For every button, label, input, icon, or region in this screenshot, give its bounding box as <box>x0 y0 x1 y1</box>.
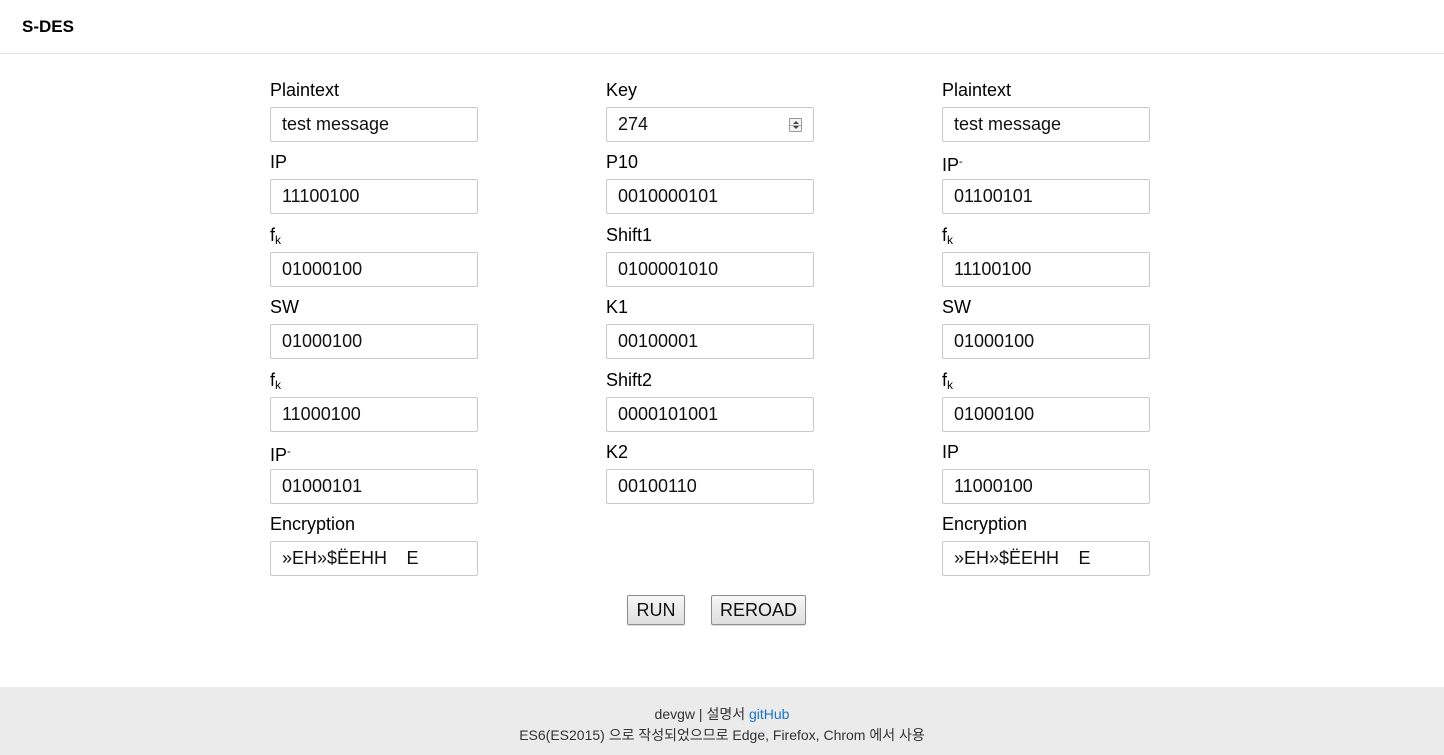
spinner-arrows-icon[interactable] <box>789 118 802 132</box>
shift1-label: Shift1 <box>606 224 653 245</box>
enc-fk1-label: fk <box>270 224 282 247</box>
app-title[interactable]: S-DES <box>22 17 74 37</box>
k2-field[interactable]: 00100110 <box>606 468 814 504</box>
enc-sw-label: SW <box>270 297 299 318</box>
enc-fk2-label: fk <box>270 369 282 392</box>
enc-ipinv-label: IP- <box>270 444 291 465</box>
dec-fk2-label: fk <box>942 369 954 392</box>
key-column: Key 274 P10 0010000101 Shift1 0100001010… <box>606 78 818 512</box>
enc-ip-field[interactable]: 11100100 <box>270 179 478 215</box>
shift1-field[interactable]: 0100001010 <box>606 251 814 287</box>
enc-sw-field[interactable]: 01000100 <box>270 324 478 360</box>
footer: devgw | 설명서 gitHub ES6(ES2015) 으로 작성되었으므… <box>0 687 1444 755</box>
dec-result-field[interactable]: »EH»$ËEHH E <box>942 541 1150 577</box>
key-label: Key <box>606 80 638 100</box>
browser-note: ES6(ES2015) 으로 작성되었으므로 Edge, Firefox, Ch… <box>519 727 925 743</box>
dec-ipinv-field[interactable]: 01100101 <box>942 179 1150 215</box>
dec-result-label: Encryption <box>942 514 1028 535</box>
footer-links: devgw | 설명서 gitHub <box>0 704 1444 724</box>
encryption-column: Plaintext test message IP 11100100 fk 01… <box>270 78 482 585</box>
key-value: 274 <box>618 114 649 134</box>
shift2-field[interactable]: 0000101001 <box>606 396 814 432</box>
decryption-column: Plaintext test message IP- 01100101 fk 1… <box>942 78 1154 585</box>
enc-fk2-field[interactable]: 11000100 <box>270 396 478 432</box>
enc-plaintext-input[interactable]: test message <box>270 107 478 142</box>
author-name: devgw <box>654 706 696 722</box>
p10-field[interactable]: 0010000101 <box>606 179 814 215</box>
key-number-input[interactable]: 274 <box>606 107 814 142</box>
k2-label: K2 <box>606 441 629 462</box>
enc-fk1-field[interactable]: 01000100 <box>270 251 478 287</box>
dec-ip-label: IP <box>942 441 960 462</box>
dec-ipinv-label: IP- <box>942 155 963 176</box>
docs-text: 설명서 <box>706 706 746 722</box>
k1-label: K1 <box>606 297 629 318</box>
enc-ipinv-field[interactable]: 01000101 <box>270 468 478 504</box>
dec-sw-label: SW <box>942 297 971 318</box>
p10-label: P10 <box>606 152 639 173</box>
run-button[interactable]: RUN <box>627 595 685 625</box>
dec-sw-field[interactable]: 01000100 <box>942 324 1150 360</box>
dec-plaintext-label: Plaintext <box>942 80 1012 100</box>
dec-plaintext-field[interactable]: test message <box>942 107 1150 142</box>
footer-separator: | <box>695 706 707 722</box>
reload-button[interactable]: REROAD <box>711 595 806 625</box>
dec-ip-field[interactable]: 11000100 <box>942 468 1150 504</box>
dec-fk2-field[interactable]: 01000100 <box>942 396 1150 432</box>
dec-fk1-field[interactable]: 11100100 <box>942 251 1150 287</box>
enc-result-field[interactable]: »EH»$ËEHH E <box>270 541 478 577</box>
shift2-label: Shift2 <box>606 369 653 390</box>
top-navbar: S-DES <box>0 0 1444 54</box>
dec-fk1-label: fk <box>942 224 954 247</box>
github-link[interactable]: gitHub <box>749 706 789 722</box>
enc-ip-label: IP <box>270 152 288 173</box>
k1-field[interactable]: 00100001 <box>606 324 814 360</box>
enc-result-label: Encryption <box>270 514 356 535</box>
enc-plaintext-label: Plaintext <box>270 80 340 100</box>
